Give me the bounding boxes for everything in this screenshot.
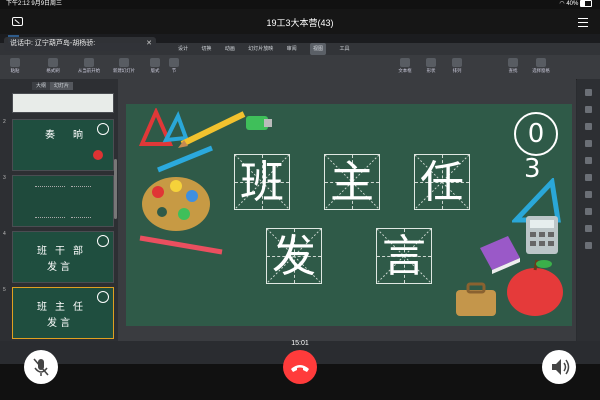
tool-icon[interactable]: [585, 89, 592, 96]
shape-icon: [426, 58, 436, 67]
menu-animation[interactable]: 动画: [225, 43, 235, 55]
selection-pane-icon: [536, 58, 546, 67]
speaker-button[interactable]: [542, 350, 576, 384]
mic-off-icon: [33, 358, 49, 376]
textbox-icon: [400, 58, 410, 67]
briefcase-icon: [456, 282, 496, 316]
title-char-box: 班: [234, 154, 290, 210]
title-char: 班: [240, 157, 284, 208]
menu-review[interactable]: 审阅: [287, 43, 297, 55]
wifi-icon: ◠: [559, 1, 565, 8]
play-from-current-button[interactable]: 从当前开始: [72, 58, 106, 74]
tool-icon[interactable]: [585, 191, 592, 198]
meeting-title: 19工3大本营(43): [266, 18, 334, 28]
section-icon: [169, 58, 179, 67]
title-char-box: 主: [324, 154, 380, 210]
menu-icon[interactable]: [578, 18, 588, 30]
find-button[interactable]: 查找: [500, 58, 526, 74]
call-timer: 15:01: [291, 340, 309, 347]
hang-up-button[interactable]: [283, 350, 317, 384]
textbox-button[interactable]: 文本框: [392, 58, 418, 74]
apple-icon: [507, 259, 563, 316]
speaking-indicator: 说话中: 辽宁葫芦岛-胡杨骄: ✕: [4, 37, 156, 51]
pencil-icon: [178, 111, 246, 148]
slide-number: 2: [3, 119, 6, 125]
section-button[interactable]: 节: [166, 58, 182, 74]
tool-icon[interactable]: [585, 106, 592, 113]
slide-number: 5: [3, 287, 6, 293]
calculator-icon: [526, 216, 558, 254]
number-badge: 0: [514, 112, 558, 156]
new-slide-button[interactable]: 新建幻灯片: [108, 58, 140, 74]
subtitle-char-box: 发: [266, 228, 322, 284]
ribbon-toolbar: 粘贴 格式刷 从当前开始 新建幻灯片 版式 节 文本框 形状 排列 查找 选择窗…: [0, 55, 600, 80]
speaker-icon: [552, 359, 570, 375]
tool-icon[interactable]: [585, 208, 592, 215]
subtitle-char: 言: [382, 231, 426, 282]
panel-scrollbar[interactable]: [114, 159, 117, 219]
battery-icon: [580, 0, 592, 7]
slide-thumbnail-3[interactable]: [12, 175, 114, 227]
title-char-box: 任: [414, 154, 470, 210]
tool-icon[interactable]: [585, 123, 592, 130]
sharpener-icon: [246, 116, 272, 130]
mute-button[interactable]: [24, 350, 58, 384]
battery-percent: 40%: [566, 1, 579, 8]
palette-icon: [142, 177, 210, 231]
phone-hangup-icon: [291, 365, 309, 372]
subtitle-char: 发: [272, 231, 316, 282]
slide-thumbnail-5[interactable]: 班 主 任 发 言: [12, 287, 114, 339]
arrange-button[interactable]: 排列: [444, 58, 470, 74]
shape-button[interactable]: 形状: [418, 58, 444, 74]
current-slide: 班 主 任 发 言 0 3: [126, 104, 572, 326]
status-bar: 下午2:12 9月9日周三 ◠ 40%: [0, 0, 600, 9]
menu-tools[interactable]: 工具: [339, 43, 349, 55]
slide-thumbnail-1[interactable]: [12, 93, 114, 113]
subtitle-char-box: 言: [376, 228, 432, 284]
panel-tabs: 大纲 幻灯片: [32, 82, 74, 90]
tab-slides[interactable]: 幻灯片: [50, 82, 74, 90]
menu-view[interactable]: 视图: [310, 43, 327, 55]
menu-design[interactable]: 设计: [178, 43, 188, 55]
arrange-icon: [452, 58, 462, 67]
paste-icon: [10, 58, 20, 67]
brush-icon: [48, 58, 58, 67]
tool-icon[interactable]: [585, 225, 592, 232]
slide-number: 3: [3, 175, 6, 181]
layout-icon: [150, 58, 160, 67]
status-right: ◠ 40%: [559, 0, 592, 9]
selection-pane-button[interactable]: 选择窗格: [526, 58, 556, 74]
layout-button[interactable]: 版式: [142, 58, 168, 74]
red-pencil-icon: [139, 235, 223, 255]
title-char: 主: [330, 157, 374, 208]
right-tool-strip: [577, 79, 600, 341]
blue-pencil-icon: [157, 145, 213, 173]
format-painter-button[interactable]: 格式刷: [40, 58, 66, 74]
slide-thumbnail-2[interactable]: 奏 晌: [12, 119, 114, 171]
slides-panel: 大纲 幻灯片 2 奏 晌 3 4 班 干 部 发 言 5 班 主 任 发 言: [0, 79, 118, 341]
tool-icon[interactable]: [585, 140, 592, 147]
tool-icon[interactable]: [585, 157, 592, 164]
slide-number: 4: [3, 231, 6, 237]
call-title-bar: 19工3大本营(43): [0, 9, 600, 34]
title-char: 任: [420, 157, 464, 208]
menu-slideshow[interactable]: 幻灯片放映: [248, 43, 273, 55]
menu-transition[interactable]: 切换: [201, 43, 211, 55]
play-icon: [84, 58, 94, 67]
paste-button[interactable]: 粘贴: [2, 58, 28, 74]
slide-thumbnail-4[interactable]: 班 干 部 发 言: [12, 231, 114, 283]
find-icon: [508, 58, 518, 67]
new-slide-icon: [119, 58, 129, 67]
tool-icon[interactable]: [585, 242, 592, 249]
tool-icon[interactable]: [585, 174, 592, 181]
close-icon[interactable]: ✕: [146, 37, 152, 51]
status-time: 下午2:12 9月9日周三: [6, 1, 63, 7]
tab-outline[interactable]: 大纲: [32, 82, 51, 90]
